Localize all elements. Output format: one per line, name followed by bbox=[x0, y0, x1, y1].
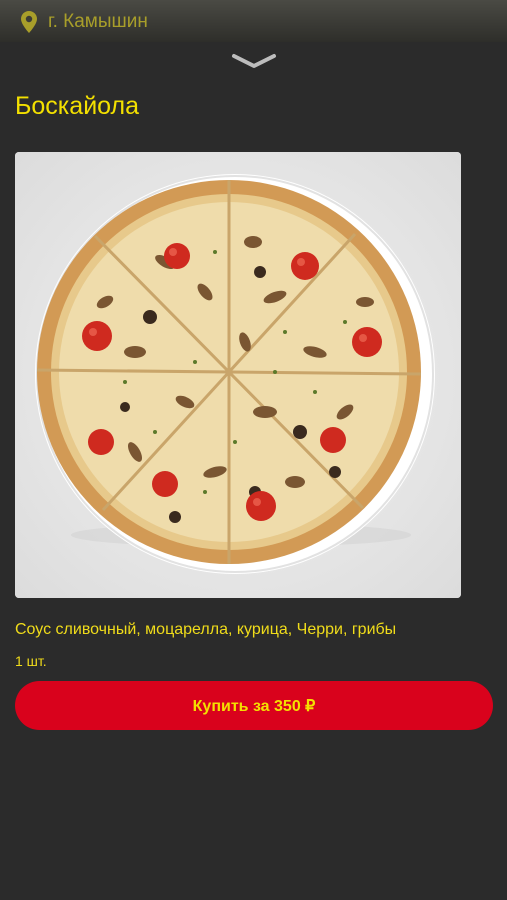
location-pin-icon bbox=[20, 10, 38, 34]
buy-button[interactable]: Купить за 350 ₽ bbox=[15, 681, 493, 730]
collapse-button[interactable] bbox=[226, 48, 282, 74]
product-title: Боскайола bbox=[15, 92, 140, 120]
city-name: г. Камышин bbox=[48, 11, 148, 32]
top-bar: г. Камышин bbox=[0, 0, 507, 42]
chevron-down-icon bbox=[232, 54, 276, 68]
pizza-photo bbox=[15, 152, 461, 598]
product-description: Соус сливочный, моцарелла, курица, Черри… bbox=[15, 621, 397, 638]
product-quantity: 1 шт. bbox=[15, 653, 47, 669]
city-selector[interactable]: г. Камышин bbox=[20, 10, 148, 34]
